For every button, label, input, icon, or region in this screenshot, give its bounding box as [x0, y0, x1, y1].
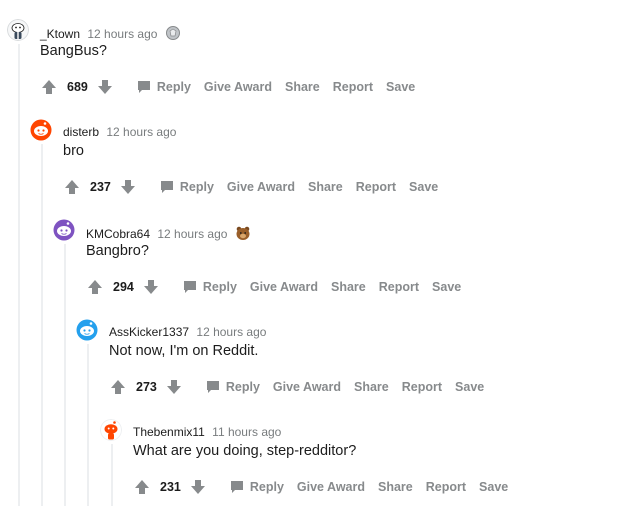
timestamp[interactable]: 12 hours ago — [157, 227, 227, 241]
avatar[interactable] — [100, 419, 122, 441]
upvote-icon[interactable] — [109, 378, 127, 396]
downvote-icon[interactable] — [96, 78, 114, 96]
share-button[interactable]: Share — [308, 180, 343, 194]
reply-label: Reply — [202, 280, 237, 294]
avatar[interactable] — [30, 119, 52, 141]
comment-icon — [183, 280, 197, 294]
save-button[interactable]: Save — [409, 180, 438, 194]
reply-button[interactable]: Reply — [230, 480, 284, 494]
comment-actions: 294 Reply Give Award Share Report Save — [86, 275, 461, 299]
comment-meta: KMCobra64 12 hours ago — [86, 225, 251, 241]
give-award-button[interactable]: Give Award — [297, 480, 365, 494]
author-name[interactable]: Thebenmix11 — [133, 425, 205, 439]
comment-icon — [137, 80, 151, 94]
report-button[interactable]: Report — [426, 480, 466, 494]
downvote-icon[interactable] — [165, 378, 183, 396]
comment: KMCobra64 12 hours ago Bangbro? 294 Repl… — [0, 219, 623, 319]
avatar[interactable] — [7, 19, 29, 41]
reply-button[interactable]: Reply — [206, 380, 260, 394]
share-button[interactable]: Share — [285, 80, 320, 94]
reply-label: Reply — [249, 480, 284, 494]
comment-body: What are you doing, step-redditor? — [133, 443, 357, 459]
bear-award-icon[interactable] — [235, 225, 251, 241]
comment: AssKicker1337 12 hours ago Not now, I'm … — [0, 319, 623, 419]
author-name[interactable]: _Ktown — [40, 27, 80, 41]
comment-icon — [160, 180, 174, 194]
reply-label: Reply — [225, 380, 260, 394]
give-award-button[interactable]: Give Award — [273, 380, 341, 394]
report-button[interactable]: Report — [356, 180, 396, 194]
upvote-icon[interactable] — [40, 78, 58, 96]
comment: disterb 12 hours ago bro 237 Reply Give … — [0, 119, 623, 219]
comment: Thebenmix11 11 hours ago What are you do… — [0, 419, 623, 519]
comment-icon — [206, 380, 220, 394]
reply-label: Reply — [156, 80, 191, 94]
timestamp[interactable]: 11 hours ago — [212, 425, 281, 439]
comment-actions: 231 Reply Give Award Share Report Save — [133, 475, 508, 499]
give-award-button[interactable]: Give Award — [204, 80, 272, 94]
snoo-avatar-icon — [76, 319, 98, 341]
comment-body: BangBus? — [40, 43, 107, 59]
comment-body: bro — [63, 143, 84, 159]
comment-meta: _Ktown 12 hours ago — [40, 25, 181, 41]
comment-icon — [230, 480, 244, 494]
comment: _Ktown 12 hours ago BangBus? 689 Reply G… — [0, 19, 623, 119]
share-button[interactable]: Share — [354, 380, 389, 394]
save-button[interactable]: Save — [455, 380, 484, 394]
reply-label: Reply — [179, 180, 214, 194]
downvote-icon[interactable] — [142, 278, 160, 296]
comment-meta: Thebenmix11 11 hours ago — [133, 425, 281, 439]
report-button[interactable]: Report — [333, 80, 373, 94]
snoo-avatar-icon — [53, 219, 75, 241]
save-button[interactable]: Save — [479, 480, 508, 494]
snoo-avatar-icon — [100, 419, 122, 441]
upvote-icon[interactable] — [63, 178, 81, 196]
timestamp[interactable]: 12 hours ago — [87, 27, 157, 41]
comment-body: Not now, I'm on Reddit. — [109, 343, 259, 359]
avatar[interactable] — [53, 219, 75, 241]
downvote-icon[interactable] — [119, 178, 137, 196]
comment-meta: AssKicker1337 12 hours ago — [109, 325, 266, 339]
author-name[interactable]: AssKicker1337 — [109, 325, 189, 339]
give-award-button[interactable]: Give Award — [250, 280, 318, 294]
reply-button[interactable]: Reply — [137, 80, 191, 94]
save-button[interactable]: Save — [432, 280, 461, 294]
avatar[interactable] — [76, 319, 98, 341]
give-award-button[interactable]: Give Award — [227, 180, 295, 194]
silver-award-icon[interactable] — [165, 25, 181, 41]
snoo-avatar-icon — [30, 119, 52, 141]
comment-meta: disterb 12 hours ago — [63, 125, 176, 139]
vote-score: 294 — [113, 280, 134, 294]
share-button[interactable]: Share — [331, 280, 366, 294]
share-button[interactable]: Share — [378, 480, 413, 494]
vote-score: 231 — [160, 480, 181, 494]
vote-score: 689 — [67, 80, 88, 94]
timestamp[interactable]: 12 hours ago — [196, 325, 266, 339]
vote-score: 237 — [90, 180, 111, 194]
comment-actions: 237 Reply Give Award Share Report Save — [63, 175, 438, 199]
author-name[interactable]: disterb — [63, 125, 99, 139]
save-button[interactable]: Save — [386, 80, 415, 94]
vote-score: 273 — [136, 380, 157, 394]
comment-body: Bangbro? — [86, 243, 149, 259]
reply-button[interactable]: Reply — [160, 180, 214, 194]
comment-actions: 273 Reply Give Award Share Report Save — [109, 375, 484, 399]
comment-actions: 689 Reply Give Award Share Report Save — [40, 75, 415, 99]
report-button[interactable]: Report — [379, 280, 419, 294]
upvote-icon[interactable] — [86, 278, 104, 296]
reply-button[interactable]: Reply — [183, 280, 237, 294]
snoo-avatar-icon — [7, 19, 29, 41]
timestamp[interactable]: 12 hours ago — [106, 125, 176, 139]
author-name[interactable]: KMCobra64 — [86, 227, 150, 241]
report-button[interactable]: Report — [402, 380, 442, 394]
downvote-icon[interactable] — [189, 478, 207, 496]
upvote-icon[interactable] — [133, 478, 151, 496]
